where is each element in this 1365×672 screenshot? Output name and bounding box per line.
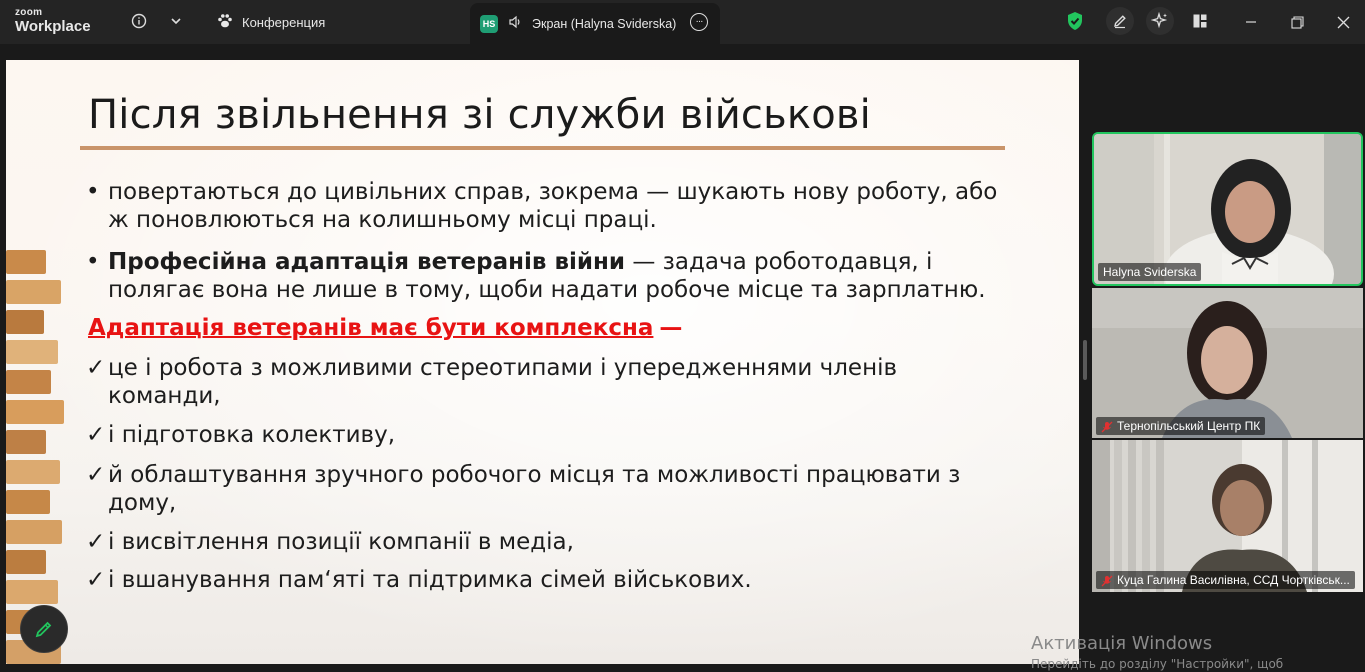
check-item: ✓ це і робота з можливими стереотипами і… [86,354,1016,410]
title-underline [80,146,1005,150]
zoom-logo: zoom Workplace [15,7,91,35]
participant-video-tile[interactable]: Куца Галина Василівна, ССД Чортківськ... [1092,440,1363,592]
bullet-item: • повертаються до цивільних справ, зокре… [86,178,1016,234]
mic-muted-icon [1101,420,1113,433]
participant-name-text: Тернопільський Центр ПК [1117,419,1261,433]
tab-screen-label: Экран (Halyna Sviderska) [532,16,677,31]
heading-dash: — [659,315,683,341]
pencil-icon[interactable] [1106,7,1134,35]
participant-name-text: Куца Галина Василівна, ССД Чортківськ... [1117,573,1350,587]
check-mark: ✓ [86,422,106,448]
annotate-button[interactable] [20,605,68,653]
slide-heading: Адаптація ветеранів має бути комплексна — [88,314,682,342]
participant-name-label: Halyna Sviderska [1098,263,1202,281]
check-text: і висвітлення позиції компанії в медіа, [108,529,574,555]
close-button[interactable] [1331,10,1355,34]
layout-icon[interactable] [1189,10,1211,32]
bullet-marker: • [86,249,100,275]
participant-video [1092,440,1363,592]
slide-title: Після звільнення зі служби військові [88,92,871,138]
check-item: ✓ й облаштування зручного робочого місця… [86,461,1016,517]
check-text: і вшанування пам‘яті та підтримка сімей … [108,567,752,593]
shield-check-icon[interactable] [1064,10,1086,32]
check-text: і підготовка колективу, [108,422,396,448]
participant-name-label: Тернопільський Центр ПК [1096,417,1266,435]
participant-video [1092,288,1363,438]
restore-button[interactable] [1285,10,1309,34]
tab-conference-label: Конференция [242,14,326,30]
check-mark: ✓ [86,355,106,381]
check-item: ✓ і вшанування пам‘яті та підтримка сіме… [86,566,1016,594]
sharer-avatar-badge: HS [480,14,498,33]
bullet-item: • Професійна адаптація ветеранів війни —… [86,248,1016,304]
bullet-bold-text: Професійна адаптація ветеранів війни [108,249,626,275]
brand-workplace: Workplace [15,18,91,35]
windows-activation-watermark: Активація Windows Перейдіть до розділу "… [1031,633,1283,671]
top-bar: zoom Workplace Конференция HS Экран (Hal… [0,0,1365,44]
check-mark: ✓ [86,462,106,488]
speaker-icon[interactable] [508,15,522,32]
activation-title: Активація Windows [1031,633,1213,654]
participant-video-tile[interactable]: Тернопільський Центр ПК [1092,288,1363,438]
check-text: це і робота з можливими стереотипами і у… [108,355,898,409]
heading-text: Адаптація ветеранів має бути комплексна [88,315,654,341]
tab-screen-share[interactable]: HS Экран (Halyna Sviderska) ··· [470,3,720,44]
wooden-blocks-decoration [6,250,66,664]
activation-subtitle: Перейдіть до розділу "Настройки", щоб [1031,657,1284,671]
mic-muted-icon [1101,574,1113,587]
bullet-marker: • [86,179,100,205]
check-item: ✓ і підготовка колективу, [86,421,1016,449]
participant-name-label: Куца Галина Василівна, ССД Чортківськ... [1096,571,1355,589]
ai-sparkle-icon[interactable] [1146,7,1174,35]
chevron-down-icon[interactable] [165,10,187,32]
more-options-icon[interactable]: ··· [690,13,708,31]
paw-icon [216,13,234,32]
check-mark: ✓ [86,529,106,555]
minimize-button[interactable] [1239,10,1263,34]
pencil-icon [35,621,52,638]
check-text: й облаштування зручного робочого місця т… [108,462,961,516]
panel-resize-handle[interactable] [1083,340,1087,380]
bullet-text: повертаються до цивільних справ, зокрема… [108,179,998,233]
check-item: ✓ і висвітлення позиції компанії в медіа… [86,528,1016,556]
shared-slide: Після звільнення зі служби військові • п… [6,60,1079,664]
tab-conference[interactable]: Конференция [216,10,325,34]
info-icon[interactable] [128,10,150,32]
participant-video-tile[interactable]: Halyna Sviderska [1092,132,1363,286]
check-mark: ✓ [86,567,106,593]
brand-zoom: zoom [15,7,43,18]
